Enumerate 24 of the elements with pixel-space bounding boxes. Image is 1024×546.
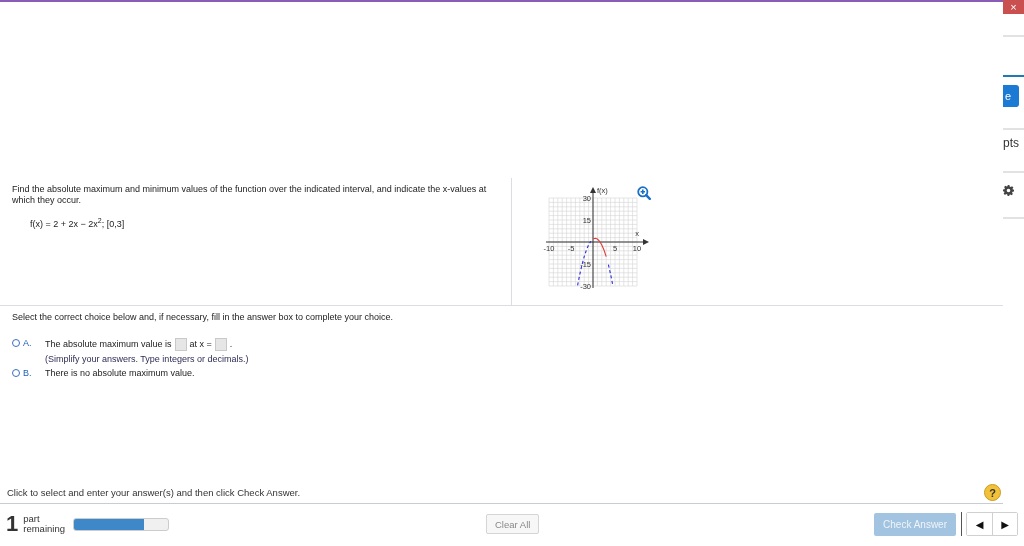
points-label: pts (1003, 136, 1020, 150)
choice-text: . (229, 338, 233, 350)
solid-curve (592, 237, 607, 258)
choice-text: There is no absolute maximum value. (45, 367, 195, 379)
help-button[interactable]: ? (984, 484, 1001, 501)
choice-text: at x = (189, 338, 212, 350)
close-button[interactable]: × (1003, 0, 1024, 14)
instruction-text: Select the correct choice below and, if necessary, fill in the answer box to complete your choice. (12, 312, 395, 322)
dashed-curve (577, 240, 614, 286)
choice-letter: B. (23, 368, 32, 378)
page-button[interactable]: e (1003, 85, 1019, 107)
settings-icon[interactable] (1003, 185, 1014, 196)
next-button[interactable]: ▶ (992, 513, 1017, 535)
choice-letter: A. (23, 338, 32, 348)
zoom-in-icon[interactable] (637, 186, 651, 200)
parts-count: 1 (6, 511, 19, 537)
question-text: Find the absolute maximum and minimum values of the function over the indicated interval, and indicate the x-values at which they occur. (12, 184, 487, 206)
choice-text: The absolute maximum value is (45, 338, 172, 350)
status-message: Click to select and enter your answer(s) and then click Check Answer. (7, 487, 301, 498)
parts-label: part (23, 514, 41, 524)
clear-all-button[interactable]: Clear All (486, 514, 540, 534)
hint-text: (Simplify your answers. Type integers or decimals.) (45, 354, 249, 364)
remaining-label: remaining (23, 524, 65, 534)
function-formula: f(x) = 2 + 2x − 2x$^{2}$; [0,3] (30, 217, 126, 229)
